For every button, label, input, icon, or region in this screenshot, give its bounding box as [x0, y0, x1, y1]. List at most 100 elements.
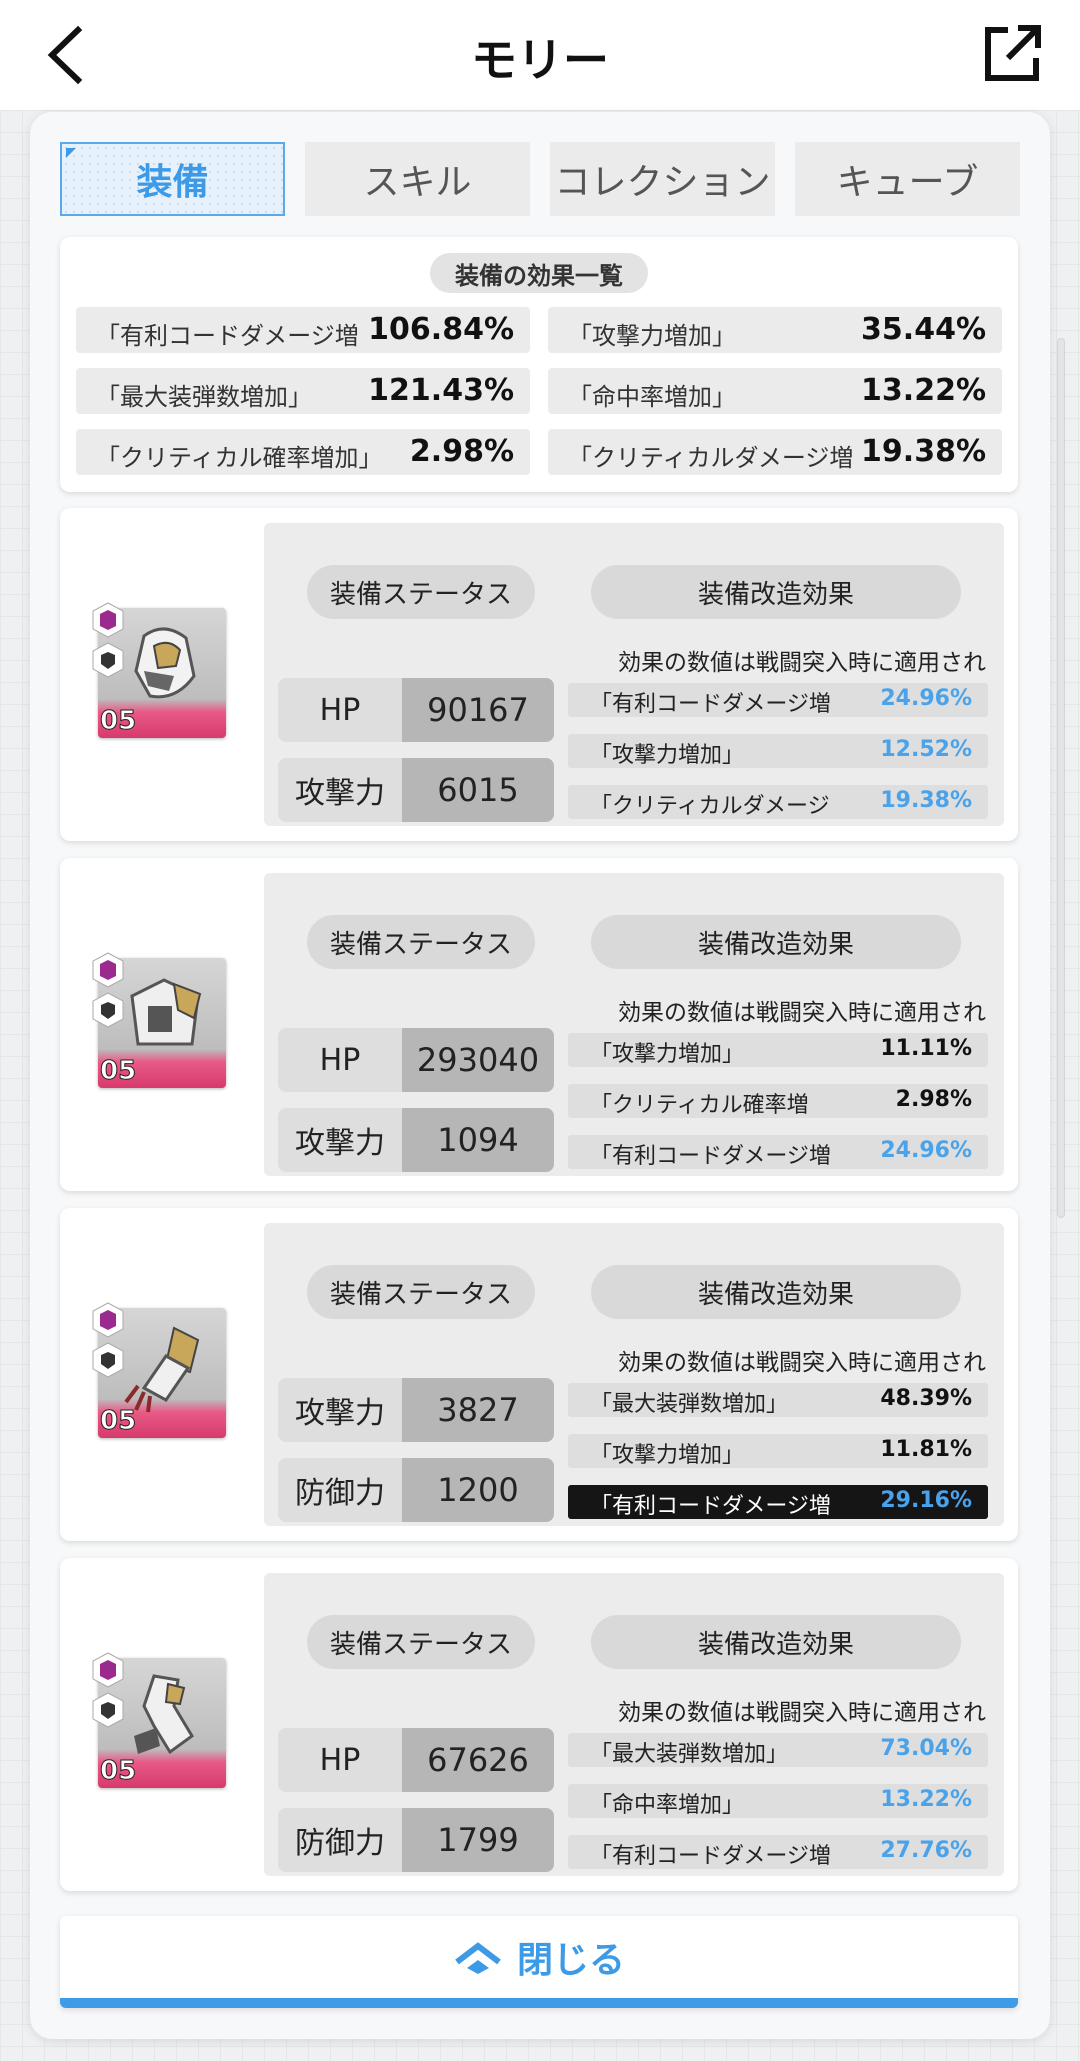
- modification-tag: 装備改造効果: [591, 565, 961, 619]
- status-tag: 装備ステータス: [307, 1615, 535, 1669]
- effect-label: 「攻撃力増加」: [590, 743, 745, 768]
- share-button[interactable]: [980, 22, 1044, 86]
- equipment-level: 05: [99, 706, 137, 737]
- effect-value: 2.98%: [895, 1087, 972, 1112]
- effect-row: 「攻撃力増加」 12.52%: [568, 734, 988, 768]
- summary-item-label: 「最大装弾数増加」: [96, 383, 312, 411]
- tab-cube[interactable]: キューブ: [795, 142, 1020, 216]
- effect-row: 「有利コードダメージ増 27.76%: [568, 1835, 988, 1869]
- app-header: モリー: [0, 0, 1080, 110]
- equipment-leg-icon: [134, 1674, 194, 1755]
- effect-value: 48.39%: [880, 1386, 972, 1411]
- effect-row: 「攻撃力増加」 11.81%: [568, 1434, 988, 1468]
- effect-note: 効果の数値は戦闘突入時に適用され: [618, 1000, 986, 1026]
- effect-label: 「最大装弾数増加」: [590, 1392, 789, 1417]
- equipment-arm-icon: [124, 1326, 200, 1413]
- close-button[interactable]: 閉じる: [60, 1916, 1018, 2008]
- class-badge-icon: [92, 1342, 124, 1378]
- equipment-thumbnail[interactable]: 05: [92, 602, 238, 748]
- manufacturer-badge-icon: [92, 1302, 124, 1338]
- equipment-thumbnail[interactable]: 05: [92, 1652, 238, 1798]
- equipment-info: 装備ステータス 装備改造効果 攻撃力 3827 防御力 1200 効果の数値は戦…: [264, 1223, 1004, 1526]
- summary-item-label: 「クリティカルダメージ増: [568, 444, 854, 472]
- effect-label: 「攻撃力増加」: [590, 1443, 745, 1468]
- effect-label: 「最大装弾数増加」: [590, 1742, 789, 1767]
- summary-item: 「クリティカルダメージ増 19.38%: [548, 429, 1002, 475]
- effect-value: 24.96%: [880, 1138, 972, 1163]
- equipment-card: 05 装備ステータス 装備改造効果 HP 293040 攻撃力 1094 効果の…: [60, 858, 1018, 1191]
- equipment-effect-summary: 装備の効果一覧 「有利コードダメージ増 106.84% 「攻撃力増加」 35.4…: [60, 237, 1018, 492]
- summary-item: 「クリティカル確率増加」 2.98%: [76, 429, 530, 475]
- effect-row: 「最大装弾数増加」 48.39%: [568, 1383, 988, 1417]
- stat-value: 6015: [402, 758, 554, 822]
- stat-value: 3827: [402, 1378, 554, 1442]
- stat-value: 1094: [402, 1108, 554, 1172]
- equipment-level: 05: [99, 1406, 137, 1437]
- effect-label: 「命中率増加」: [590, 1793, 745, 1818]
- effect-value: 19.38%: [880, 788, 972, 813]
- stat-label: HP: [278, 678, 402, 742]
- equipment-info: 装備ステータス 装備改造効果 HP 90167 攻撃力 6015 効果の数値は戦…: [264, 523, 1004, 826]
- summary-item-label: 「攻撃力増加」: [568, 322, 736, 350]
- effect-value: 13.22%: [880, 1787, 972, 1812]
- equipment-card: 05 装備ステータス 装備改造効果 攻撃力 3827 防御力 1200 効果の数…: [60, 1208, 1018, 1541]
- equipment-level: 05: [99, 1056, 137, 1087]
- manufacturer-badge-icon: [92, 602, 124, 638]
- effect-label: 「クリティカル確率増: [590, 1093, 809, 1118]
- effect-row: 「有利コードダメージ増 24.96%: [568, 683, 988, 717]
- stat-label: HP: [278, 1028, 402, 1092]
- tab-collection[interactable]: コレクション: [550, 142, 775, 216]
- effect-value: 12.52%: [880, 737, 972, 762]
- effect-label: 「有利コードダメージ増: [590, 1494, 831, 1519]
- stat-label: 攻撃力: [278, 1108, 402, 1172]
- equipment-torso-icon: [130, 978, 202, 1046]
- effect-value: 73.04%: [880, 1736, 972, 1761]
- stat-label: 防御力: [278, 1808, 402, 1872]
- double-chevron-up-icon: [455, 1942, 501, 1974]
- status-tag: 装備ステータス: [307, 1265, 535, 1319]
- summary-item-value: 35.44%: [861, 312, 986, 347]
- effect-row: 「攻撃力増加」 11.11%: [568, 1033, 988, 1067]
- stat-value: 67626: [402, 1728, 554, 1792]
- summary-item-label: 「クリティカル確率増加」: [96, 444, 383, 472]
- close-button-label: 閉じる: [516, 1940, 625, 1981]
- effect-value: 11.11%: [880, 1036, 972, 1061]
- modification-tag: 装備改造効果: [591, 1615, 961, 1669]
- stat-label: 攻撃力: [278, 1378, 402, 1442]
- effect-row: 「有利コードダメージ増 29.16%: [568, 1485, 988, 1519]
- tab-skill[interactable]: スキル: [305, 142, 530, 216]
- page-title: モリー: [471, 33, 609, 87]
- effect-label: 「攻撃力増加」: [590, 1042, 745, 1067]
- summary-item-label: 「命中率増加」: [568, 383, 736, 411]
- summary-item: 「命中率増加」 13.22%: [548, 368, 1002, 414]
- class-badge-icon: [92, 642, 124, 678]
- manufacturer-badge-icon: [92, 952, 124, 988]
- effect-note: 効果の数値は戦闘突入時に適用され: [618, 1700, 986, 1726]
- effect-row: 「クリティカルダメージ 19.38%: [568, 785, 988, 819]
- modification-tag: 装備改造効果: [591, 1265, 961, 1319]
- stat-value: 1200: [402, 1458, 554, 1522]
- summary-item: 「有利コードダメージ増 106.84%: [76, 307, 530, 353]
- class-badge-icon: [92, 1692, 124, 1728]
- scrollbar[interactable]: [1057, 338, 1065, 1218]
- summary-item-value: 13.22%: [861, 373, 986, 408]
- effect-value: 27.76%: [880, 1838, 972, 1863]
- equipment-thumbnail[interactable]: 05: [92, 1302, 238, 1448]
- tab-equipment[interactable]: 装備: [60, 142, 285, 216]
- tab-bar: 装備 スキル コレクション キューブ: [60, 142, 1020, 216]
- summary-item-value: 2.98%: [409, 434, 514, 469]
- modification-tag: 装備改造効果: [591, 915, 961, 969]
- effect-row: 「最大装弾数増加」 73.04%: [568, 1733, 988, 1767]
- stat-label: 攻撃力: [278, 758, 402, 822]
- effect-row: 「命中率増加」 13.22%: [568, 1784, 988, 1818]
- equipment-level: 05: [99, 1756, 137, 1787]
- effect-label: 「有利コードダメージ増: [590, 1144, 831, 1169]
- stat-value: 293040: [402, 1028, 554, 1092]
- effect-label: 「クリティカルダメージ: [590, 794, 830, 819]
- status-tag: 装備ステータス: [307, 565, 535, 619]
- summary-item-value: 106.84%: [368, 312, 514, 347]
- equipment-thumbnail[interactable]: 05: [92, 952, 238, 1098]
- stat-value: 90167: [402, 678, 554, 742]
- summary-item: 「最大装弾数増加」 121.43%: [76, 368, 530, 414]
- effect-value: 24.96%: [880, 686, 972, 711]
